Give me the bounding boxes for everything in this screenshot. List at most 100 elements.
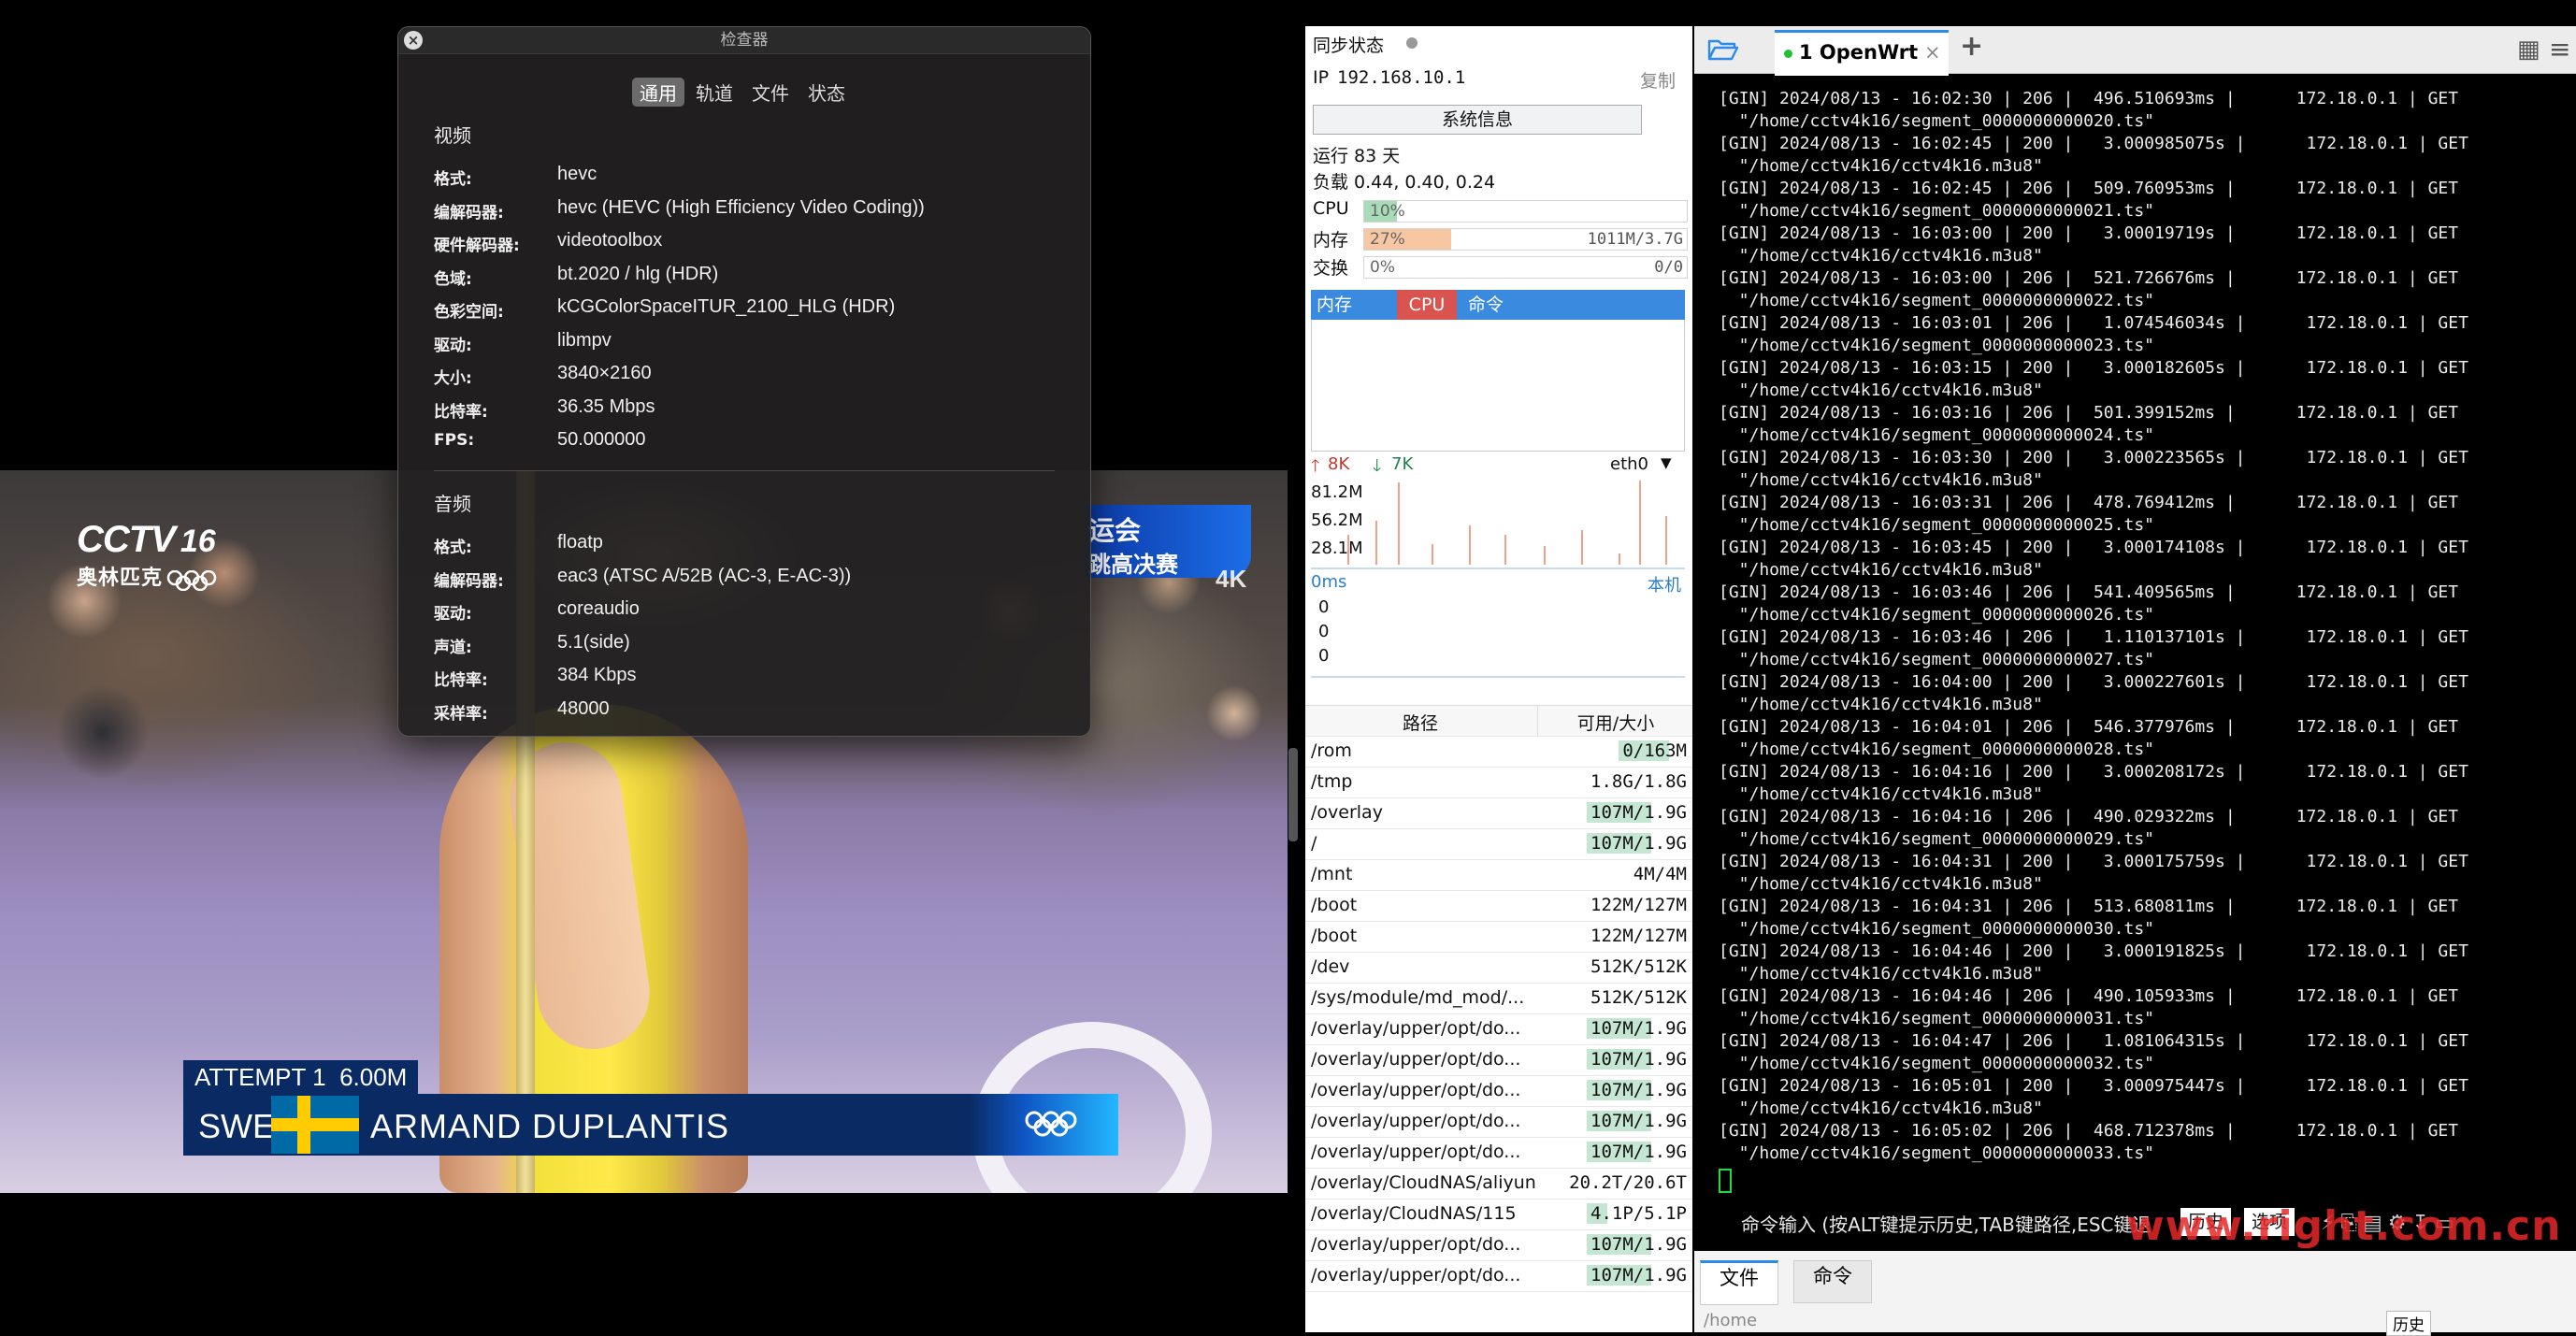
ping-chart: 0 0 0 bbox=[1311, 592, 1685, 678]
watermark: www.right.com.cn bbox=[2126, 1202, 2562, 1250]
net-tick-3: 28.1M bbox=[1311, 539, 1363, 558]
terminal-panel: 1 OpenWrt × + ▦ ≡ [GIN] 2024/08/13 - 16:… bbox=[1694, 26, 2576, 1336]
file-path-input[interactable]: /home bbox=[1704, 1311, 1757, 1330]
command-input[interactable]: 命令输入 (按ALT键提示历史,TAB键路径,ESC键退 bbox=[1741, 1210, 2151, 1237]
process-tabs: 内存 CPU 命令 bbox=[1311, 290, 1685, 320]
log-line: "/home/cctv4k16/segment_0000000000025.ts… bbox=[1719, 515, 2154, 535]
log-line: "/home/cctv4k16/segment_0000000000021.ts… bbox=[1719, 201, 2154, 221]
disk-path: /overlay/CloudNAS/115 bbox=[1311, 1203, 1517, 1224]
cpu-label: CPU bbox=[1313, 198, 1349, 219]
log-line: [GIN] 2024/08/13 - 16:03:15 | 200 | 3.00… bbox=[1719, 358, 2468, 378]
net-tick-1: 81.2M bbox=[1311, 482, 1363, 502]
audio-info-key: 编解码器: bbox=[434, 571, 504, 591]
disk-size: 20.2T/20.6T bbox=[1569, 1172, 1687, 1193]
channel-name: CCTV bbox=[77, 519, 176, 560]
folder-open-icon[interactable] bbox=[1707, 36, 1739, 62]
log-line: [GIN] 2024/08/13 - 16:04:31 | 200 | 3.00… bbox=[1719, 852, 2468, 871]
mem-bar: 27% 1011M/3.7G bbox=[1363, 228, 1688, 251]
net-upload: 8K bbox=[1328, 454, 1350, 474]
mem-label: 内存 bbox=[1313, 230, 1349, 251]
uptime: 运行 83 天 bbox=[1313, 146, 1401, 166]
video-section-title: 视频 bbox=[434, 124, 471, 147]
audio-info-value: 5.1(side) bbox=[557, 631, 630, 653]
tab-openwrt[interactable]: 1 OpenWrt × bbox=[1775, 30, 1949, 76]
split-divider[interactable] bbox=[1288, 748, 1298, 841]
log-line: [GIN] 2024/08/13 - 16:03:01 | 206 | 1.07… bbox=[1719, 313, 2468, 333]
audio-info-value: coreaudio bbox=[557, 598, 640, 619]
tab-proc-cmd[interactable]: 命令 bbox=[1468, 290, 1504, 320]
log-line: "/home/cctv4k16/segment_0000000000022.ts… bbox=[1719, 291, 2154, 310]
disk-row: /boot 122M/127M bbox=[1305, 922, 1692, 953]
disk-size: 107M/1.9G bbox=[1587, 802, 1691, 823]
inspector-window: 检查器 × 通用 轨道 文件 状态 视频 格式: hevc 编解码器: hevc (H… bbox=[397, 26, 1091, 737]
disk-size: 107M/1.9G bbox=[1587, 1080, 1691, 1100]
log-line: [GIN] 2024/08/13 - 16:04:16 | 200 | 3.00… bbox=[1719, 762, 2468, 782]
tab-file[interactable]: 文件 bbox=[744, 78, 797, 107]
chevron-down-icon[interactable]: ▼ bbox=[1661, 454, 1672, 471]
disk-path: /overlay/upper/opt/do... bbox=[1311, 1234, 1521, 1255]
add-tab-icon[interactable]: + bbox=[1960, 30, 1983, 63]
log-line: "/home/cctv4k16/segment_0000000000033.ts… bbox=[1719, 1143, 2154, 1163]
ping-label: 0ms bbox=[1311, 572, 1347, 592]
event-line1: 运会 bbox=[1088, 515, 1142, 546]
log-line: "/home/cctv4k16/segment_0000000000032.ts… bbox=[1719, 1054, 2154, 1073]
close-tab-icon[interactable]: × bbox=[1924, 33, 1941, 72]
disk-table-header: 路径 可用/大小 bbox=[1305, 705, 1692, 737]
disk-row: /sys/module/md_mod/... 512K/512K bbox=[1305, 984, 1692, 1014]
video-info-key: FPS: bbox=[434, 431, 475, 450]
ip-address: 192.168.10.1 bbox=[1337, 67, 1466, 88]
log-line: "/home/cctv4k16/segment_0000000000028.ts… bbox=[1719, 740, 2154, 759]
system-info-button[interactable]: 系统信息 bbox=[1313, 105, 1642, 135]
log-line: [GIN] 2024/08/13 - 16:04:31 | 206 | 513.… bbox=[1719, 897, 2459, 916]
connected-dot bbox=[1784, 50, 1792, 58]
olympic-rings-icon bbox=[167, 569, 217, 592]
log-line: "/home/cctv4k16/cctv4k16.m3u8" bbox=[1719, 874, 2043, 894]
audio-section-title: 音频 bbox=[434, 493, 471, 515]
video-info-value: hevc (HEVC (High Efficiency Video Coding… bbox=[557, 196, 925, 218]
disk-row: /overlay/upper/opt/do... 107M/1.9G bbox=[1305, 1261, 1692, 1292]
tab-status[interactable]: 状态 bbox=[800, 78, 853, 107]
video-info-key: 编解码器: bbox=[434, 203, 504, 223]
terminal-cursor bbox=[1719, 1169, 1732, 1193]
log-line: "/home/cctv4k16/segment_0000000000023.ts… bbox=[1719, 336, 2154, 355]
disk-path: /overlay bbox=[1311, 802, 1383, 823]
log-line: "/home/cctv4k16/segment_0000000000031.ts… bbox=[1719, 1009, 2154, 1028]
disk-path: /rom bbox=[1311, 740, 1352, 761]
tab-files[interactable]: 文件 bbox=[1700, 1260, 1778, 1305]
tab-tracks[interactable]: 轨道 bbox=[688, 78, 741, 107]
copy-button[interactable]: 复制 bbox=[1640, 67, 1676, 93]
menu-icon[interactable]: ≡ bbox=[2549, 34, 2570, 65]
ping-tick-2: 0 bbox=[1318, 622, 1330, 641]
log-line: [GIN] 2024/08/13 - 16:02:45 | 200 | 3.00… bbox=[1719, 134, 2468, 153]
openwrt-sidebar: 同步状态 IP 192.168.10.1 复制 系统信息 运行 83 天 负载 … bbox=[1305, 26, 1692, 1332]
disk-size: 107M/1.9G bbox=[1587, 1018, 1691, 1039]
audio-info-key: 声道: bbox=[434, 638, 472, 657]
tab-commands[interactable]: 命令 bbox=[1793, 1260, 1872, 1303]
network-chart: 81.2M 56.2M 28.1M bbox=[1311, 479, 1685, 569]
audio-info-key: 驱动: bbox=[434, 605, 472, 624]
sweden-flag-icon bbox=[271, 1096, 359, 1154]
swap-amount: 0/0 bbox=[1654, 258, 1683, 277]
disk-size: 512K/512K bbox=[1590, 956, 1687, 977]
tab-openwrt-label: 1 OpenWrt bbox=[1799, 41, 1919, 64]
log-line: [GIN] 2024/08/13 - 16:03:00 | 206 | 521.… bbox=[1719, 268, 2459, 288]
close-icon[interactable]: × bbox=[404, 31, 423, 50]
disk-row: /tmp 1.8G/1.8G bbox=[1305, 768, 1692, 798]
grid-layout-icon[interactable]: ▦ bbox=[2517, 36, 2540, 64]
tab-proc-mem[interactable]: 内存 bbox=[1311, 290, 1403, 320]
load-average: 负载 0.44, 0.40, 0.24 bbox=[1313, 172, 1496, 193]
disk-row: /overlay/upper/opt/do... 107M/1.9G bbox=[1305, 1076, 1692, 1107]
disk-path: /tmp bbox=[1311, 771, 1353, 792]
log-line: [GIN] 2024/08/13 - 16:04:00 | 200 | 3.00… bbox=[1719, 672, 2468, 692]
athlete-name-bar: SWE ARMAND DUPLANTIS bbox=[183, 1094, 1118, 1156]
ping-tick-3: 0 bbox=[1318, 646, 1330, 666]
disk-size: 107M/1.9G bbox=[1587, 1142, 1691, 1162]
iface-select[interactable]: eth0 bbox=[1610, 454, 1648, 474]
disk-row: /overlay/upper/opt/do... 107M/1.9G bbox=[1305, 1107, 1692, 1138]
disk-row: /overlay/upper/opt/do... 107M/1.9G bbox=[1305, 1230, 1692, 1261]
tab-proc-cpu[interactable]: CPU bbox=[1397, 290, 1457, 320]
log-line: "/home/cctv4k16/segment_0000000000026.ts… bbox=[1719, 605, 2154, 625]
tab-general[interactable]: 通用 bbox=[632, 78, 684, 107]
log-line: [GIN] 2024/08/13 - 16:02:45 | 206 | 509.… bbox=[1719, 179, 2459, 198]
attempt-label: ATTEMPT 1 6.00M bbox=[183, 1060, 419, 1094]
